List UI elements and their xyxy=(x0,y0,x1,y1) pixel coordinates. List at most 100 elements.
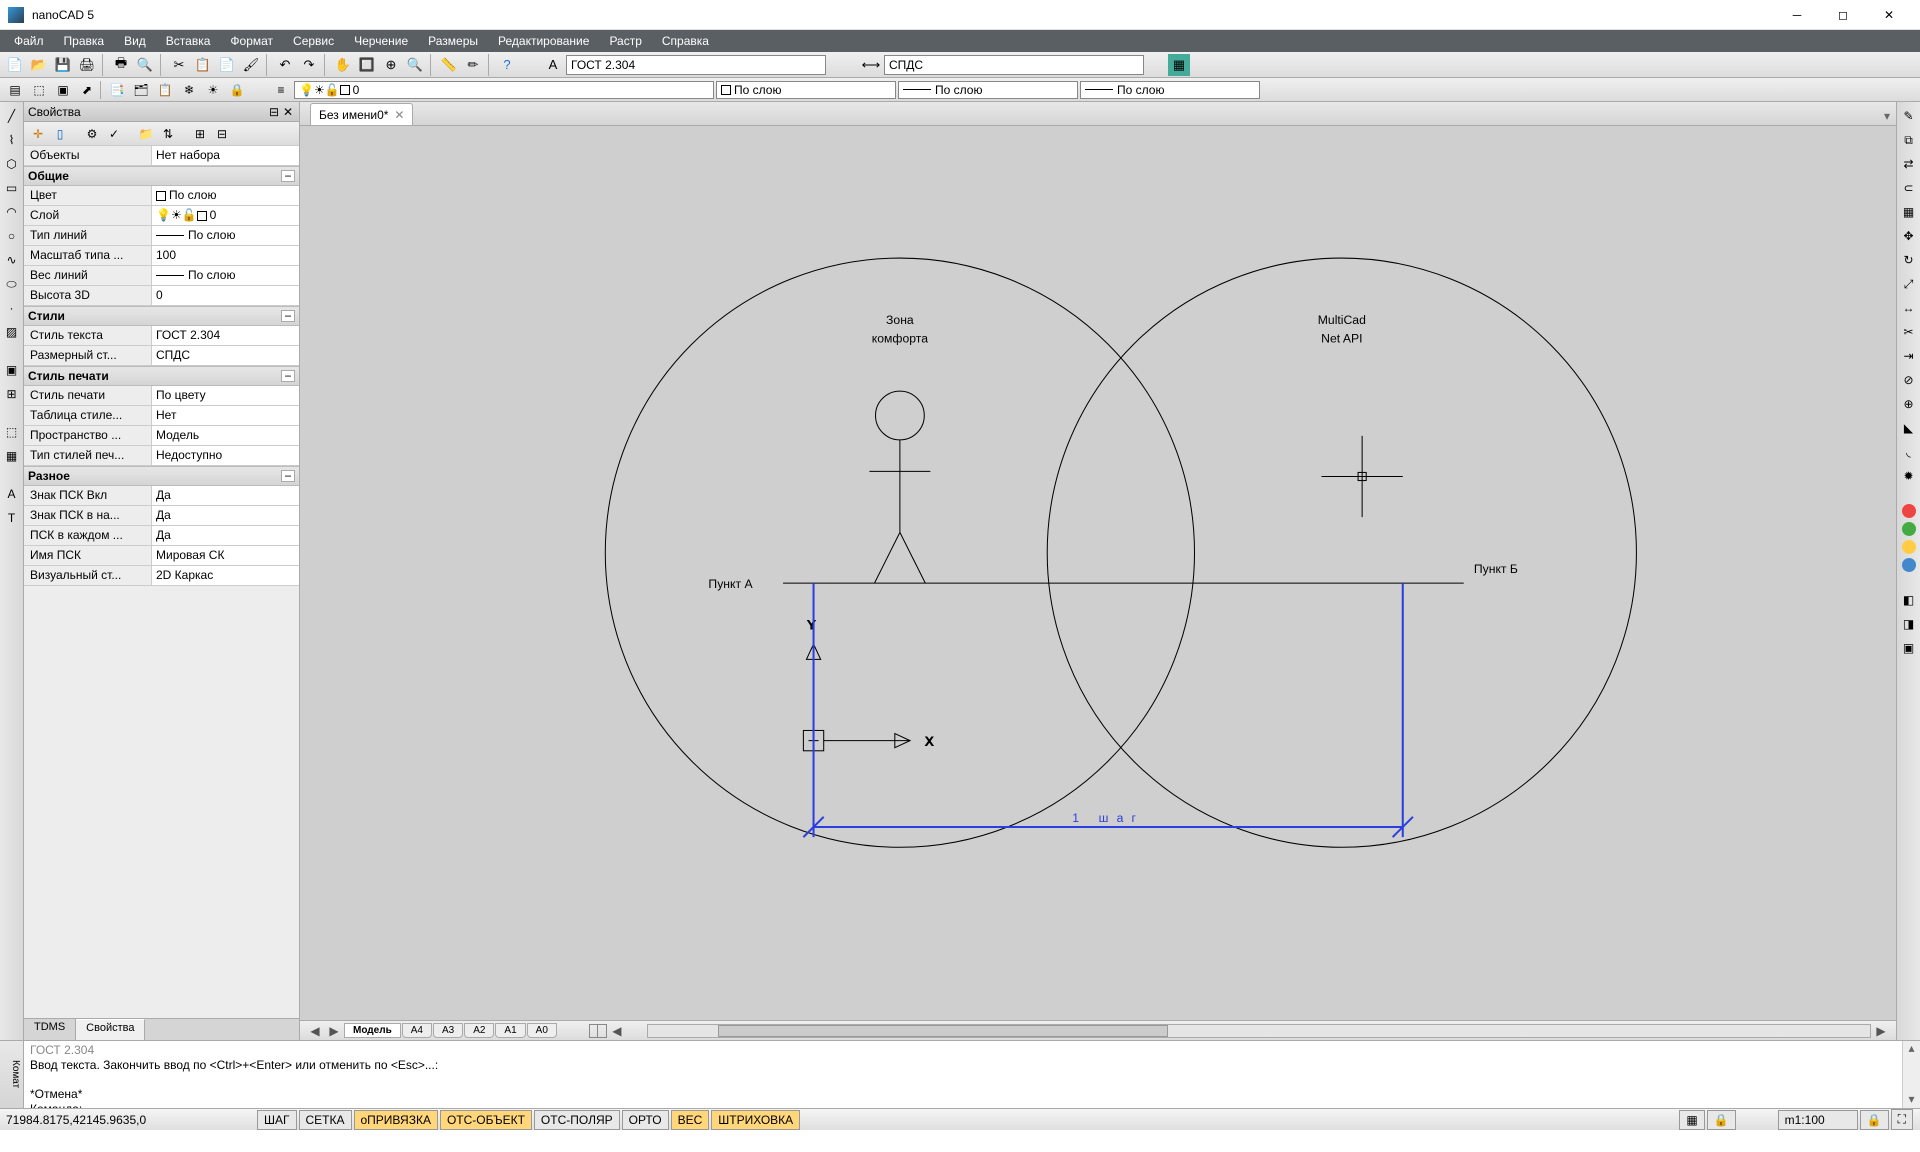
matchprop-icon[interactable]: 🖌 xyxy=(240,54,262,76)
menu-view[interactable]: Вид xyxy=(114,32,156,50)
menu-tools[interactable]: Сервис xyxy=(283,32,344,50)
rect-icon[interactable]: ▭ xyxy=(2,178,22,198)
selectwin-icon[interactable]: ▣ xyxy=(52,80,74,100)
layout-tab-a0[interactable]: A0 xyxy=(527,1023,557,1038)
menu-insert[interactable]: Вставка xyxy=(156,32,221,50)
menu-dim[interactable]: Размеры xyxy=(418,32,488,50)
panel-close-icon[interactable]: ✕ xyxy=(281,105,295,119)
hatch-btn[interactable]: ШТРИХОВКА xyxy=(711,1110,800,1130)
maximize-button[interactable]: ◻ xyxy=(1820,0,1866,30)
scale-readout[interactable]: m1:100 xyxy=(1778,1110,1858,1130)
rotate-icon[interactable]: ↻ xyxy=(1899,250,1919,270)
hscroll-left-icon[interactable]: ◀ xyxy=(608,1024,626,1038)
menu-format[interactable]: Формат xyxy=(220,32,283,50)
layout-tab-a2[interactable]: A2 xyxy=(464,1023,494,1038)
objects-value[interactable]: Нет набора xyxy=(152,146,299,165)
trim-icon[interactable]: ✂ xyxy=(1899,322,1919,342)
lock-button[interactable]: 🔒 xyxy=(1707,1110,1736,1130)
grid-button[interactable]: СЕТКА xyxy=(299,1110,352,1130)
explode-icon[interactable]: ✹ xyxy=(1899,466,1919,486)
select-icon[interactable]: ⬚ xyxy=(28,80,50,100)
join-icon[interactable]: ⊕ xyxy=(1899,394,1919,414)
prop-pspace-val[interactable]: Модель xyxy=(152,426,299,445)
textstyle-icon[interactable]: A xyxy=(542,54,564,76)
panel-pin-icon[interactable]: ⊟ xyxy=(267,105,281,119)
table-icon[interactable]: ▦ xyxy=(2,446,22,466)
break-icon[interactable]: ⊘ xyxy=(1899,370,1919,390)
layerprops-icon[interactable]: ▤ xyxy=(4,80,26,100)
model-tab[interactable]: Модель xyxy=(344,1023,401,1038)
prop-pstyle-val[interactable]: По цвету xyxy=(152,386,299,405)
cat-plotstyle[interactable]: Стиль печати− xyxy=(24,366,299,386)
textstyle-combo[interactable]: ГОСТ 2.304 xyxy=(566,55,826,75)
modelspace-button[interactable]: ▦ xyxy=(1679,1110,1704,1130)
prop-lweight-val[interactable]: По слою xyxy=(152,266,299,285)
prop-vstyle-val[interactable]: 2D Каркас xyxy=(152,566,299,585)
prop-ucsineach-val[interactable]: Да xyxy=(152,526,299,545)
menu-draw[interactable]: Черчение xyxy=(344,32,418,50)
scale-icon[interactable]: ⤢ xyxy=(1899,274,1919,294)
pline-icon[interactable]: ⌇ xyxy=(2,130,22,150)
saveall-icon[interactable]: 🖨 xyxy=(76,54,98,76)
save-icon[interactable]: 💾 xyxy=(52,54,74,76)
cmd-scroll-up-icon[interactable]: ▴ xyxy=(1903,1041,1920,1057)
laythaw-icon[interactable]: ☀ xyxy=(202,80,224,100)
layer-combo[interactable]: 💡☀🔓0 xyxy=(294,81,714,99)
qselect-icon[interactable]: ⬈ xyxy=(76,80,98,100)
help-icon[interactable]: ? xyxy=(496,54,518,76)
menu-modify[interactable]: Редактирование xyxy=(488,32,599,50)
doc-tab-close-icon[interactable]: ✕ xyxy=(394,108,404,122)
dist-icon[interactable]: 📏 xyxy=(438,54,460,76)
color1-icon[interactable] xyxy=(1902,504,1916,518)
zoomext-icon[interactable]: ⊕ xyxy=(380,54,402,76)
hatch-icon[interactable]: ▨ xyxy=(2,322,22,342)
area-icon[interactable]: ✏ xyxy=(462,54,484,76)
block-icon[interactable]: ▣ xyxy=(2,360,22,380)
hscroll-right-icon[interactable]: ▶ xyxy=(1872,1024,1890,1038)
addsel-icon[interactable]: ✛ xyxy=(28,124,48,144)
cat-misc[interactable]: Разное− xyxy=(24,466,299,486)
layout-tab-a1[interactable]: A1 xyxy=(495,1023,525,1038)
preview-icon[interactable]: 🔍 xyxy=(134,54,156,76)
grip2-icon[interactable]: ◨ xyxy=(1899,614,1919,634)
cat-icon[interactable]: 📁 xyxy=(136,124,156,144)
circle-icon[interactable]: ○ xyxy=(2,226,22,246)
chamfer-icon[interactable]: ◣ xyxy=(1899,418,1919,438)
color2-icon[interactable] xyxy=(1902,522,1916,536)
prop-ptable-val[interactable]: Нет xyxy=(152,406,299,425)
ellipse-icon[interactable]: ⬭ xyxy=(2,274,22,294)
cat-general[interactable]: Общие− xyxy=(24,166,299,186)
prop-height3d-val[interactable]: 0 xyxy=(152,286,299,305)
close-button[interactable]: ✕ xyxy=(1866,0,1912,30)
zoomprev-icon[interactable]: 🔍 xyxy=(404,54,426,76)
polygon-icon[interactable]: ⬡ xyxy=(2,154,22,174)
fullscreen-icon[interactable]: ⛶ xyxy=(1891,1109,1913,1130)
move-icon[interactable]: ✥ xyxy=(1899,226,1919,246)
layfrz-icon[interactable]: ❄ xyxy=(178,80,200,100)
prop-ltscale-val[interactable]: 100 xyxy=(152,246,299,265)
line-icon[interactable]: ╱ xyxy=(2,106,22,126)
prop-dstyle-val[interactable]: СПДС xyxy=(152,346,299,365)
dimstyle-icon[interactable]: ⟷ xyxy=(860,54,882,76)
layout-tab-a4[interactable]: A4 xyxy=(402,1023,432,1038)
zoomwin-icon[interactable]: 🔲 xyxy=(356,54,378,76)
doc-tab[interactable]: Без имени0* ✕ xyxy=(310,103,413,125)
prop-pstype-val[interactable]: Недоступно xyxy=(152,446,299,465)
quicksel-icon[interactable]: ⚙ xyxy=(82,124,102,144)
arc-icon[interactable]: ◠ xyxy=(2,202,22,222)
grip1-icon[interactable]: ◧ xyxy=(1899,590,1919,610)
drawing-canvas[interactable]: Зонакомфорта MultiCadNet API Пункт А Пун… xyxy=(300,126,1896,1020)
selobj-icon[interactable]: ▯ xyxy=(50,124,70,144)
ortho-button[interactable]: ОРТО xyxy=(622,1110,669,1130)
layermatch-icon[interactable]: 🗂 xyxy=(130,80,152,100)
otrack-button[interactable]: ОТС-ОБЪЕКТ xyxy=(440,1110,532,1130)
doc-tab-dropdown-icon[interactable]: ▾ xyxy=(1878,107,1896,125)
cut-icon[interactable]: ✂ xyxy=(168,54,190,76)
region-icon[interactable]: ⬚ xyxy=(2,422,22,442)
prop-ucsname-val[interactable]: Мировая СК xyxy=(152,546,299,565)
coords-readout[interactable]: 71984.8175,42145.9635,0 xyxy=(6,1113,256,1127)
menu-file[interactable]: Файл xyxy=(4,32,54,50)
lweight-combo[interactable]: По слою xyxy=(1080,81,1260,99)
layout-tab-a3[interactable]: A3 xyxy=(433,1023,463,1038)
snap-button[interactable]: ШАГ xyxy=(257,1110,297,1130)
